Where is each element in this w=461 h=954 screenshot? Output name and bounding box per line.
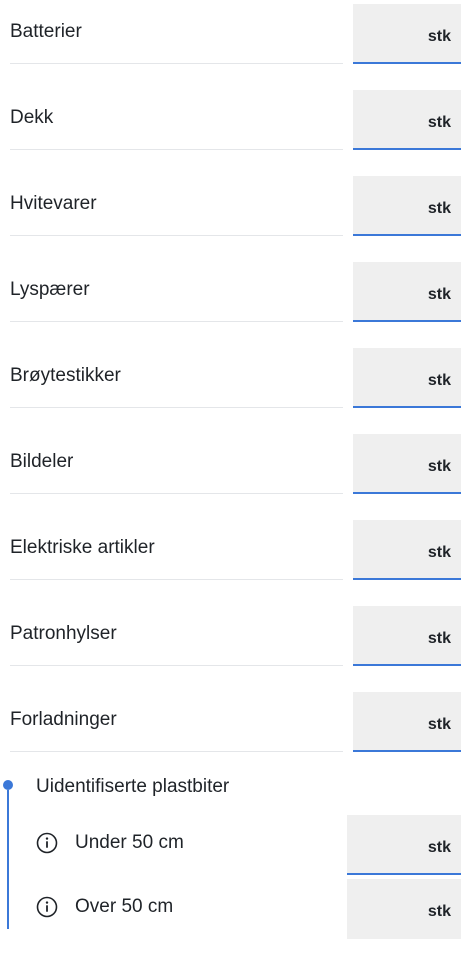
unit-label: stk xyxy=(427,716,451,733)
item-label: Batterier xyxy=(10,21,82,42)
divider xyxy=(10,493,343,494)
divider xyxy=(10,149,343,150)
unit-label: stk xyxy=(427,630,451,647)
divider xyxy=(10,665,343,666)
unit-label: stk xyxy=(427,544,451,561)
list-item-dekk: Dekk stk xyxy=(0,90,461,169)
item-label: Lyspærer xyxy=(10,279,90,300)
list-item-elektriske-artikler: Elektriske artikler stk xyxy=(0,520,461,599)
list-item-forladninger: Forladninger stk xyxy=(0,692,461,771)
list-item-over-50-cm: Over 50 cm stk xyxy=(0,879,461,954)
divider xyxy=(10,235,343,236)
unit-label: stk xyxy=(427,903,451,920)
unit-label: stk xyxy=(427,458,451,475)
divider xyxy=(10,407,343,408)
list-item-batterier: Batterier stk xyxy=(0,4,461,83)
unit-label: stk xyxy=(427,839,451,856)
list-item-broytestikker: Brøytestikker stk xyxy=(0,348,461,427)
group-indicator-dot xyxy=(3,780,13,790)
item-label: Hvitevarer xyxy=(10,193,97,214)
quantity-field[interactable]: stk xyxy=(353,176,461,236)
item-label: Over 50 cm xyxy=(75,896,174,917)
quantity-field[interactable]: stk xyxy=(347,879,461,939)
quantity-field[interactable]: stk xyxy=(353,262,461,322)
list-item-patronhylser: Patronhylser stk xyxy=(0,606,461,685)
group-title: Uidentifiserte plastbiter xyxy=(36,776,230,797)
divider xyxy=(10,751,343,752)
item-label: Brøytestikker xyxy=(10,365,121,386)
quantity-field[interactable]: stk xyxy=(353,90,461,150)
divider xyxy=(10,63,343,64)
quantity-field[interactable]: stk xyxy=(353,348,461,408)
item-label: Under 50 cm xyxy=(75,832,184,853)
item-label: Forladninger xyxy=(10,709,117,730)
quantity-field[interactable]: stk xyxy=(353,520,461,580)
quantity-field[interactable]: stk xyxy=(353,434,461,494)
info-icon[interactable] xyxy=(36,832,58,854)
unit-label: stk xyxy=(427,28,451,45)
quantity-field[interactable]: stk xyxy=(347,815,461,875)
list-item-bildeler: Bildeler stk xyxy=(0,434,461,513)
list-item-hvitevarer: Hvitevarer stk xyxy=(0,176,461,255)
divider xyxy=(10,579,343,580)
item-label: Dekk xyxy=(10,107,54,128)
quantity-field[interactable]: stk xyxy=(353,692,461,752)
unit-label: stk xyxy=(427,114,451,131)
unit-label: stk xyxy=(427,200,451,217)
quantity-field[interactable]: stk xyxy=(353,606,461,666)
item-label: Elektriske artikler xyxy=(10,537,155,558)
item-label: Patronhylser xyxy=(10,623,117,644)
info-icon[interactable] xyxy=(36,896,58,918)
unit-label: stk xyxy=(427,286,451,303)
divider xyxy=(10,321,343,322)
unit-label: stk xyxy=(427,372,451,389)
item-label: Bildeler xyxy=(10,451,74,472)
quantity-field[interactable]: stk xyxy=(353,4,461,64)
list-item-lyspaerer: Lyspærer stk xyxy=(0,262,461,341)
